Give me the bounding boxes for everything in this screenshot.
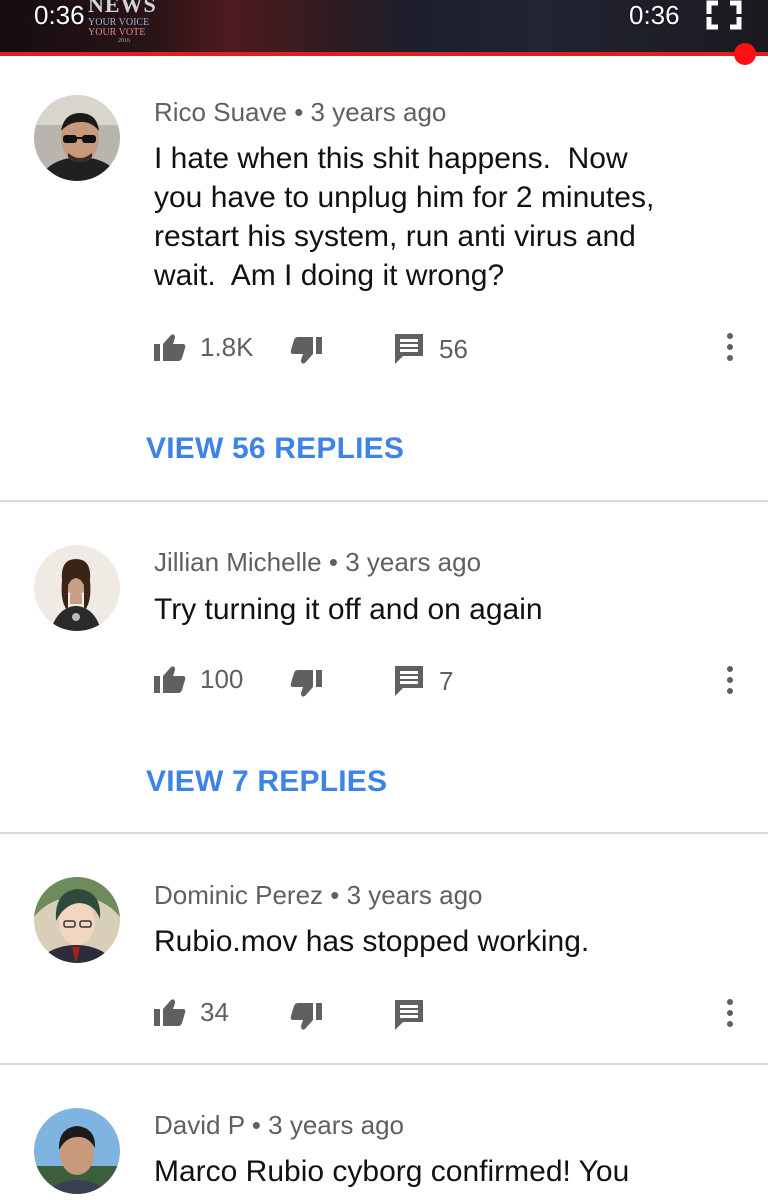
- comment-meta: Dominic Perez • 3 years ago: [154, 880, 483, 911]
- reply-button[interactable]: [395, 998, 425, 1032]
- like-count: 100: [200, 663, 244, 694]
- author-name[interactable]: David P: [154, 1110, 245, 1140]
- logo-network: NEWS: [88, 0, 157, 17]
- comment-age: 3 years ago: [310, 97, 447, 127]
- comment-text: Try turning it off and on again: [154, 590, 734, 629]
- thumb-up-icon: [154, 334, 186, 361]
- progress-bar[interactable]: [0, 52, 768, 56]
- comment-age: 3 years ago: [268, 1110, 405, 1140]
- more-vert-icon: [727, 666, 733, 672]
- comment-text: Rubio.mov has stopped working.: [154, 922, 734, 961]
- meta-separator: •: [244, 1110, 269, 1140]
- more-options-button[interactable]: [716, 662, 744, 698]
- more-vert-icon: [727, 355, 733, 361]
- like-button[interactable]: 1.8K: [154, 330, 254, 364]
- reply-count: 56: [439, 333, 468, 364]
- fullscreen-button[interactable]: [706, 0, 742, 30]
- view-replies-link[interactable]: VIEW 56 REPLIES: [146, 432, 404, 466]
- reply-button[interactable]: 56: [395, 332, 468, 366]
- dislike-button[interactable]: [290, 334, 322, 368]
- comment-icon: [395, 1000, 423, 1030]
- comment-meta: Jillian Michelle • 3 years ago: [154, 547, 481, 578]
- thumb-up-icon: [154, 999, 186, 1026]
- comment-text: Marco Rubio cyborg confirmed! You: [154, 1152, 734, 1191]
- comment-text-line: restart his system, run anti virus and: [154, 220, 636, 253]
- avatar[interactable]: [34, 545, 120, 631]
- video-thumbnail-logo: NEWS YOUR VOICE YOUR VOTE 2016: [88, 0, 178, 44]
- more-vert-icon: [727, 688, 733, 694]
- thumb-down-icon: [290, 1003, 322, 1030]
- logo-slogan-2: YOUR VOTE: [88, 27, 146, 38]
- reply-count: 7: [439, 665, 454, 696]
- view-replies-link[interactable]: VIEW 7 REPLIES: [146, 765, 387, 799]
- progress-scrubber[interactable]: [734, 43, 756, 65]
- comment-icon: [395, 666, 423, 696]
- meta-separator: •: [286, 97, 311, 127]
- thumb-down-icon: [290, 670, 322, 697]
- divider: [0, 500, 768, 502]
- divider: [0, 832, 768, 834]
- comment-meta: Rico Suave • 3 years ago: [154, 97, 446, 128]
- meta-separator: •: [323, 880, 347, 910]
- dislike-button[interactable]: [290, 1000, 322, 1034]
- avatar[interactable]: [34, 95, 120, 181]
- comment-age: 3 years ago: [346, 880, 483, 910]
- thumb-up-icon: [154, 666, 186, 693]
- more-vert-icon: [727, 677, 733, 683]
- meta-separator: •: [321, 547, 346, 577]
- more-vert-icon: [727, 344, 733, 350]
- avatar[interactable]: [34, 877, 120, 963]
- comment-text: I hate when this shit happens. Now you h…: [154, 139, 734, 295]
- like-count: 1.8K: [200, 331, 254, 362]
- comment-text-line: wait. Am I doing it wrong?: [154, 259, 505, 292]
- more-options-button[interactable]: [716, 329, 744, 365]
- dislike-button[interactable]: [290, 667, 322, 701]
- fullscreen-icon: [706, 0, 742, 30]
- like-count: 34: [200, 996, 229, 1027]
- comment-text-line: Try turning it off and on again: [154, 593, 543, 626]
- comment-icon: [395, 334, 423, 364]
- more-vert-icon: [727, 333, 733, 339]
- comment-age: 3 years ago: [345, 547, 482, 577]
- current-time: 0:36: [34, 0, 85, 30]
- more-vert-icon: [727, 1010, 733, 1016]
- comment-text-line: you have to unplug him for 2 minutes,: [154, 181, 655, 214]
- comment-text-line: Rubio.mov has stopped working.: [154, 925, 590, 958]
- author-name[interactable]: Jillian Michelle: [154, 547, 322, 577]
- more-options-button[interactable]: [716, 995, 744, 1031]
- thumb-down-icon: [290, 337, 322, 364]
- comment-text-line: Marco Rubio cyborg confirmed! You: [154, 1155, 630, 1188]
- like-button[interactable]: 100: [154, 662, 243, 696]
- total-time: 0:36: [629, 0, 680, 30]
- divider: [0, 1063, 768, 1065]
- video-player[interactable]: NEWS YOUR VOICE YOUR VOTE 2016 0:36 0:36: [0, 0, 768, 53]
- logo-year: 2016: [118, 38, 130, 44]
- avatar[interactable]: [34, 1108, 120, 1194]
- more-vert-icon: [727, 1021, 733, 1027]
- like-button[interactable]: 34: [154, 995, 229, 1029]
- reply-button[interactable]: 7: [395, 664, 453, 698]
- comment-text-line: I hate when this shit happens. Now: [154, 142, 628, 175]
- author-name[interactable]: Dominic Perez: [154, 880, 323, 910]
- comment-meta: David P • 3 years ago: [154, 1110, 404, 1141]
- more-vert-icon: [727, 999, 733, 1005]
- author-name[interactable]: Rico Suave: [154, 97, 287, 127]
